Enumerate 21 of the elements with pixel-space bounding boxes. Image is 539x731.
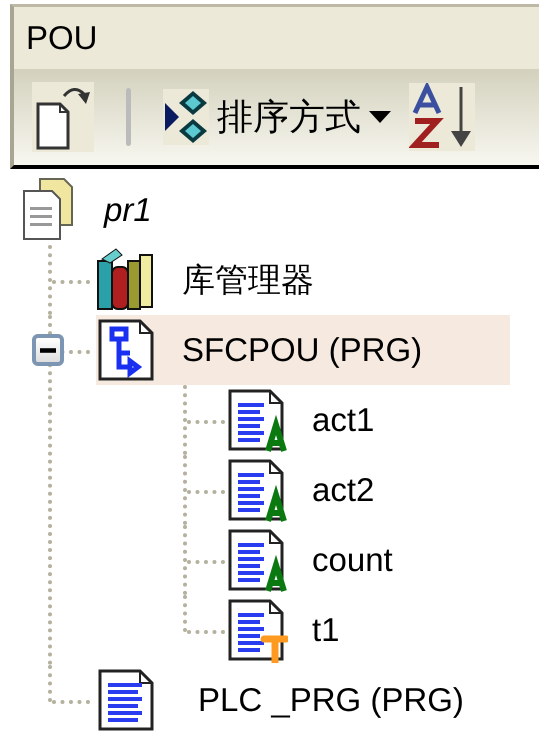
tree-item[interactable]: t1 [226,595,340,665]
tree-item[interactable]: pr1 [18,175,152,245]
tree-item[interactable]: SFCPOU (PRG) [96,315,510,385]
tree-item[interactable]: PLC _PRG (PRG) [96,665,464,731]
tree-item[interactable]: act1 [226,385,374,455]
tree-item[interactable]: count [226,525,393,595]
new-object-button[interactable] [32,82,94,152]
action-document-icon [226,527,288,593]
panel-title: POU [26,19,98,57]
sort-button[interactable] [409,83,475,151]
transition-document-icon [226,597,288,663]
tree-item[interactable]: act2 [226,455,374,525]
action-document-icon [226,387,288,453]
action-document-icon [226,457,288,523]
sort-diamonds-icon [163,89,209,145]
minus-icon [40,348,56,352]
sort-menu-button[interactable]: 排序方式 [163,89,391,145]
collapse-button[interactable] [32,334,64,366]
caret-icon [369,111,391,123]
tree-item[interactable]: 库管理器 [96,245,314,315]
sort-descending-icon [409,83,475,151]
